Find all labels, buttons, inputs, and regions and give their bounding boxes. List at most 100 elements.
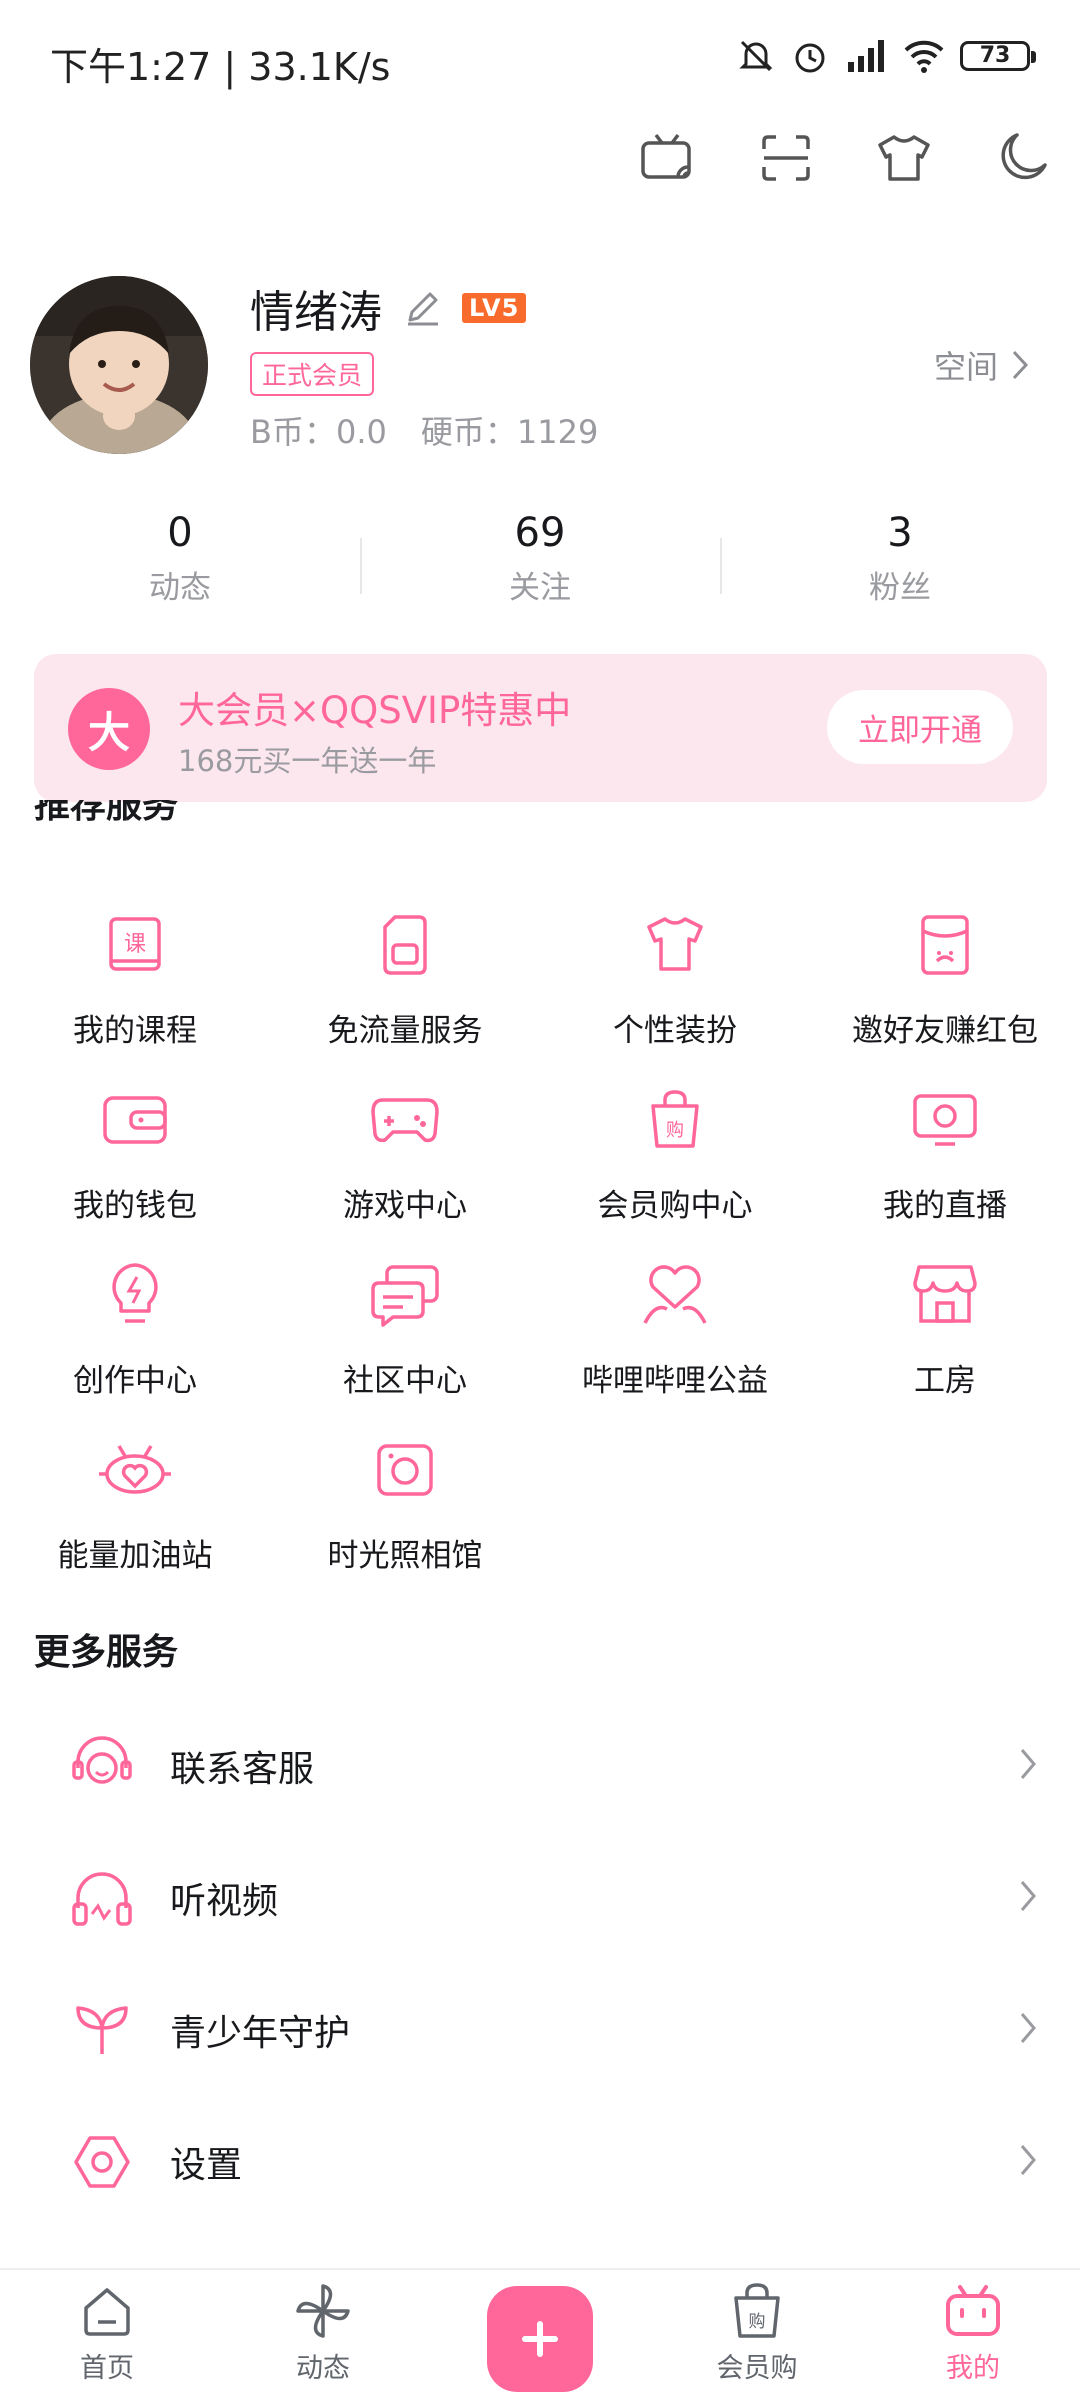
profile-card: 情绪涛 LV5 正式会员 B币：0.0 硬币：1129 空间 — [30, 272, 1050, 457]
b-coins: B币：0.0 — [250, 413, 387, 451]
status-icons: 73 — [736, 36, 1036, 76]
plus-icon — [522, 2321, 558, 2357]
vip-tag[interactable]: 正式会员 — [250, 352, 375, 396]
service-game-center[interactable]: 游戏中心 — [270, 1080, 540, 1255]
vip-promo-banner[interactable]: 大 大会员×QQSVIP特惠中 168元买一年送一年 立即开通 — [34, 654, 1047, 802]
list-item-label: 青少年守护 — [170, 2013, 351, 2054]
moon-icon[interactable] — [992, 128, 1052, 188]
service-label: 能量加油站 — [57, 1538, 213, 1574]
shirt-icon[interactable] — [874, 128, 934, 188]
wallet-icon — [95, 1080, 175, 1160]
service-label: 社区中心 — [343, 1363, 467, 1399]
sprout-icon — [66, 1994, 138, 2066]
service-charity[interactable]: 哔哩哔哩公益 — [540, 1255, 810, 1430]
vip-promo-subtitle: 168元买一年送一年 — [178, 744, 437, 778]
edit-pencil-icon[interactable] — [402, 288, 442, 328]
service-label: 个性装扮 — [613, 1013, 737, 1049]
tab-label: 我的 — [946, 2353, 1000, 2384]
lightbulb-icon — [95, 1255, 175, 1335]
status-bar: 下午1:27 | 33.1K/s 73 — [0, 0, 1080, 120]
service-community-center[interactable]: 社区中心 — [270, 1255, 540, 1430]
service-vip-shop[interactable]: 购 会员购中心 — [540, 1080, 810, 1255]
service-label: 免流量服务 — [327, 1013, 483, 1049]
chevron-right-icon — [1012, 350, 1029, 380]
publish-button[interactable] — [487, 2286, 593, 2392]
service-label: 我的钱包 — [73, 1188, 197, 1224]
tab-vip-shop[interactable]: 购 会员购 — [692, 2280, 822, 2385]
top-actions — [638, 128, 1052, 188]
shopping-bag-icon: 购 — [635, 1080, 715, 1160]
stat-number: 0 — [167, 510, 193, 556]
vip-promo-title: 大会员×QQSVIP特惠中 — [178, 689, 572, 732]
stat-dynamics[interactable]: 0 动态 — [0, 510, 360, 620]
tab-dynamics[interactable]: 动态 — [258, 2280, 388, 2385]
service-workshop[interactable]: 工房 — [810, 1255, 1080, 1430]
service-label: 我的直播 — [883, 1188, 1007, 1224]
tv-cast-icon[interactable] — [638, 128, 698, 188]
live-tv-icon — [905, 1080, 985, 1160]
username: 情绪涛 — [250, 287, 382, 338]
tab-home[interactable]: 首页 — [42, 2280, 172, 2385]
service-label: 会员购中心 — [597, 1188, 753, 1224]
space-link[interactable]: 空间 — [934, 342, 1030, 388]
vip-open-button[interactable]: 立即开通 — [827, 690, 1013, 764]
service-data-free[interactable]: 免流量服务 — [270, 905, 540, 1080]
service-label: 创作中心 — [73, 1363, 197, 1399]
hard-coins: 硬币：1129 — [420, 413, 599, 451]
list-item-customer-service[interactable]: 联系客服 — [0, 1700, 1080, 1832]
service-my-courses[interactable]: 课 我的课程 — [0, 905, 270, 1080]
service-invite-friends[interactable]: 邀好友赚红包 — [810, 905, 1080, 1080]
chevron-right-icon — [1020, 2013, 1036, 2043]
service-photo-studio[interactable]: 时光照相馆 — [270, 1430, 540, 1605]
coin-balances: B币：0.0 硬币：1129 — [250, 407, 598, 453]
chat-icon — [365, 1255, 445, 1335]
level-badge: LV5 — [462, 293, 527, 323]
stat-number: 69 — [514, 510, 566, 556]
stat-following[interactable]: 69 关注 — [360, 510, 720, 620]
more-services-list: 联系客服 听视频 青少年守护 设置 — [0, 1700, 1080, 2228]
course-icon: 课 — [95, 905, 175, 985]
list-item-label: 听视频 — [170, 1881, 279, 1922]
service-outfits[interactable]: 个性装扮 — [540, 905, 810, 1080]
list-item-teen-protection[interactable]: 青少年守护 — [0, 1964, 1080, 2096]
signal-icon — [848, 40, 884, 72]
list-item-label: 联系客服 — [170, 1749, 315, 1790]
service-creator-center[interactable]: 创作中心 — [0, 1255, 270, 1430]
recommended-services-title: 推荐服务 — [34, 800, 434, 844]
service-label: 工房 — [914, 1363, 976, 1399]
list-item-label: 设置 — [170, 2145, 243, 2186]
camera-icon — [365, 1430, 445, 1510]
list-item-listen-video[interactable]: 听视频 — [0, 1832, 1080, 1964]
service-label: 邀好友赚红包 — [852, 1013, 1038, 1049]
heart-hands-icon — [635, 1255, 715, 1335]
headphones-icon — [66, 1862, 138, 1934]
stat-number: 3 — [887, 510, 913, 556]
service-energy-station[interactable]: 能量加油站 — [0, 1430, 270, 1605]
stat-fans[interactable]: 3 粉丝 — [720, 510, 1080, 620]
stat-label: 关注 — [509, 570, 571, 606]
headset-icon — [66, 1730, 138, 1802]
vip-badge-icon: 大 — [68, 688, 150, 770]
alarm-icon — [795, 43, 825, 73]
store-icon — [905, 1255, 985, 1335]
svg-text:购: 购 — [666, 1120, 684, 1141]
red-packet-icon — [905, 905, 985, 985]
more-services-title: 更多服务 — [34, 1632, 179, 1673]
service-wallet[interactable]: 我的钱包 — [0, 1080, 270, 1255]
settings-icon — [66, 2126, 138, 2198]
tab-label: 动态 — [296, 2353, 350, 2384]
chevron-right-icon — [1020, 1749, 1036, 1779]
service-my-live[interactable]: 我的直播 — [810, 1080, 1080, 1255]
status-time: 下午1:27 | 33.1K/s — [50, 45, 391, 89]
recommended-title-text: 推荐服务 — [34, 800, 179, 826]
gamepad-icon — [365, 1080, 445, 1160]
chevron-right-icon — [1020, 2145, 1036, 2175]
shirt-icon — [635, 905, 715, 985]
tab-mine[interactable]: 我的 — [908, 2280, 1038, 2385]
list-item-settings[interactable]: 设置 — [0, 2096, 1080, 2228]
space-link-label: 空间 — [933, 348, 998, 386]
scan-icon[interactable] — [756, 128, 816, 188]
avatar[interactable] — [30, 276, 208, 454]
service-label: 哔哩哔哩公益 — [582, 1363, 768, 1399]
stats-row: 0 动态 69 关注 3 粉丝 — [0, 510, 1080, 620]
